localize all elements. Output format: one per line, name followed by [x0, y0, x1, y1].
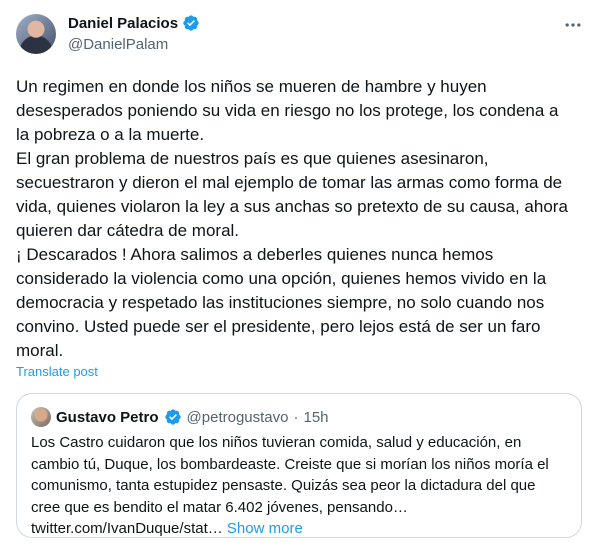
tweet-text: Un regimen en donde los niños se mueren …	[16, 75, 588, 363]
separator-dot: ·	[293, 408, 299, 426]
author-handle[interactable]: @DanielPalam	[68, 36, 168, 53]
quoted-tweet-header: Gustavo Petro @petrogustavo · 15h	[31, 407, 329, 427]
author-display-name[interactable]: Daniel Palacios	[68, 15, 178, 32]
tweet-line: considerado la violencia como una opción…	[16, 269, 547, 288]
quoted-author-name: Gustavo Petro	[56, 408, 159, 426]
quoted-line: cree que es bendito el matar 6.402 jóven…	[31, 498, 408, 516]
quoted-tweet[interactable]: Gustavo Petro @petrogustavo · 15h Los Ca…	[16, 393, 582, 538]
quoted-tweet-text: Los Castro cuidaron que los niños tuvier…	[31, 432, 571, 540]
quoted-line: Los Castro cuidaron que los niños tuvier…	[31, 434, 522, 451]
quoted-last-line: twitter.com/IvanDuque/stat… Show more	[31, 518, 571, 540]
tweet-line: Un regimen en donde los niños se mueren …	[16, 77, 487, 96]
tweet-line: ¡ Descarados ! Ahora salimos a deberles …	[16, 245, 494, 264]
quoted-verified-badge-icon	[164, 408, 182, 426]
show-more-link[interactable]: Show more	[227, 520, 303, 537]
tweet-line: secuestraron y dieron el mal ejemplo de …	[16, 173, 563, 192]
tweet-line: la pobreza o a la muerte.	[16, 125, 205, 144]
quoted-line: cambio tú, Duque, los bombardeaste. Crei…	[31, 455, 549, 473]
tweet-line: vida, quienes violaron la ley a sus anch…	[16, 197, 568, 216]
quoted-line: comunismo, tanta estupidez pensaste. Qui…	[31, 477, 536, 494]
verified-badge-icon	[182, 14, 200, 32]
tweet-line: moral.	[16, 341, 64, 360]
quoted-link[interactable]: twitter.com/IvanDuque/stat…	[31, 520, 223, 537]
quoted-timestamp: 15h	[303, 408, 329, 426]
tweet-line: democracia y respetado las instituciones…	[16, 293, 545, 312]
tweet-card: Daniel Palacios @DanielPalam Un regimen …	[0, 0, 602, 552]
more-options-icon[interactable]	[562, 14, 584, 36]
quoted-author-handle: @petrogustavo	[186, 408, 289, 426]
tweet-line: quieren dar cátedra de moral.	[16, 221, 240, 240]
quoted-author-avatar	[31, 407, 51, 427]
tweet-line: convino. Usted puede ser el presidente, …	[16, 317, 541, 336]
author-avatar[interactable]	[16, 14, 56, 54]
tweet-line: El gran problema de nuestros país es que…	[16, 149, 489, 168]
author-name-row: Daniel Palacios	[68, 14, 200, 32]
translate-post-link[interactable]: Translate post	[16, 364, 98, 379]
tweet-line: desesperados poniendo su vida en riesgo …	[16, 101, 559, 120]
